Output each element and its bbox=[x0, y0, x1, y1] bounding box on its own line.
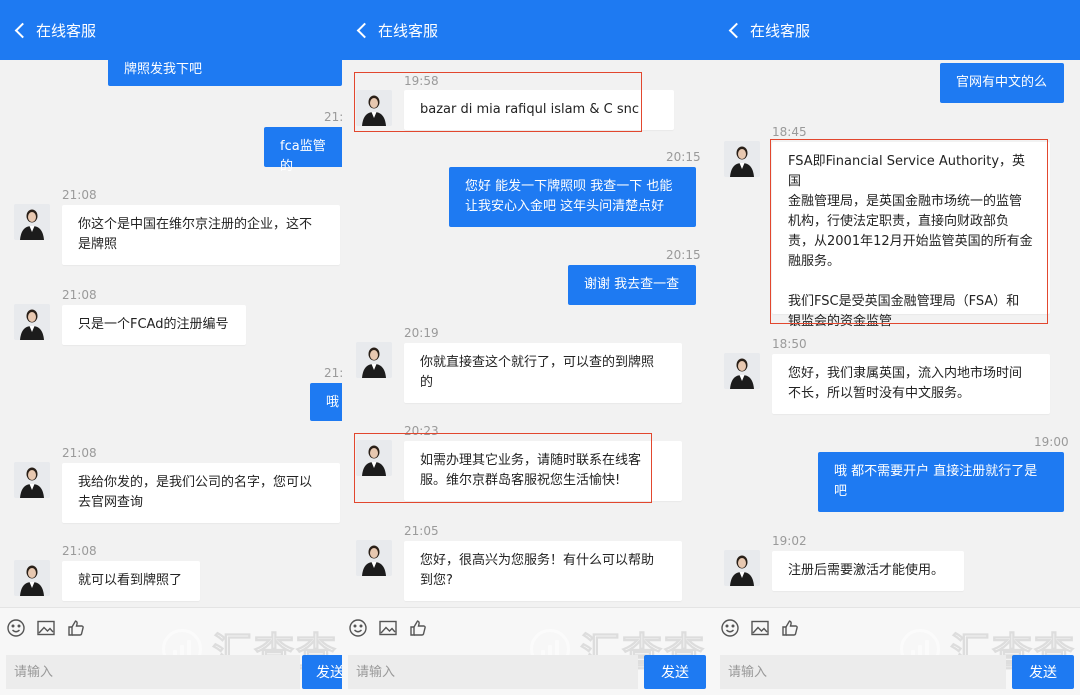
message-bubble-incoming: 你就直接查这个就行了，可以查的到牌照 的 bbox=[404, 343, 682, 403]
input-row: 发送 bbox=[0, 655, 342, 689]
chat-panel-3: 在线客服 官网有中文的么 18:45 FSA即Financial Service… bbox=[714, 0, 1080, 695]
message-bubble-incoming: FSA即Financial Service Authority，英国 金融管理局… bbox=[772, 142, 1050, 329]
message-input[interactable] bbox=[720, 655, 1006, 689]
emoji-icon bbox=[7, 619, 25, 637]
input-row: 发送 bbox=[342, 655, 714, 689]
message-bubble-incoming: 注册后需要激活才能使用。 bbox=[772, 551, 964, 591]
like-button[interactable] bbox=[780, 618, 800, 638]
chat-footer: 汇查查 发送 bbox=[342, 607, 714, 695]
emoji-icon bbox=[721, 619, 739, 637]
message-bubble-outgoing: 您好 能发一下牌照呗 我查一下 也能 让我安心入金吧 这年头问清楚点好 bbox=[449, 167, 696, 227]
agent-avatar-icon bbox=[356, 440, 392, 476]
emoji-button[interactable] bbox=[348, 618, 368, 638]
emoji-button[interactable] bbox=[6, 618, 26, 638]
message-bubble-outgoing: 哦 都不需要开户 直接注册就行了是 吧 bbox=[818, 452, 1064, 512]
message-list: 19:58 bazar di mia rafiqul islam & C snc… bbox=[342, 60, 714, 607]
image-button[interactable] bbox=[36, 618, 56, 638]
chat-footer: 汇查查 发送 bbox=[0, 607, 342, 695]
thumbs-up-icon bbox=[782, 620, 798, 636]
image-icon bbox=[379, 620, 397, 636]
like-button[interactable] bbox=[66, 618, 86, 638]
message-bubble-incoming: 您好，很高兴为您服务！有什么可以帮助 到您? bbox=[404, 541, 682, 601]
send-button[interactable]: 发送 bbox=[644, 655, 706, 689]
header-title: 在线客服 bbox=[378, 21, 439, 40]
chevron-left-icon bbox=[356, 22, 372, 38]
message-bubble-incoming: 您好，我们隶属英国，流入内地市场时间 不长，所以暂时没有中文服务。 bbox=[772, 354, 1050, 414]
agent-avatar-icon bbox=[356, 90, 392, 126]
message-list: 官网有中文的么 18:45 FSA即Financial Service Auth… bbox=[714, 60, 1080, 607]
message-bubble-incoming: 你这个是中国在维尔京注册的企业，这不 是牌照 bbox=[62, 205, 340, 265]
message-bubble-incoming: 就可以看到牌照了 bbox=[62, 561, 200, 601]
message-time: 20:19 bbox=[404, 326, 439, 340]
message-bubble-outgoing: fca监管的 bbox=[264, 127, 342, 174]
chat-panel-1: 在线客服 牌照发我下吧 21: fca监管的 21:08 你这个是中国在维尔京注… bbox=[0, 0, 342, 695]
agent-avatar-icon bbox=[14, 204, 50, 240]
header-title: 在线客服 bbox=[750, 21, 811, 40]
image-button[interactable] bbox=[750, 618, 770, 638]
chat-footer: 汇查查 发送 bbox=[714, 607, 1080, 695]
agent-avatar-icon bbox=[724, 550, 760, 586]
header-title: 在线客服 bbox=[36, 21, 97, 40]
message-time: 20:15 bbox=[666, 248, 701, 262]
chat-header: 在线客服 bbox=[342, 0, 714, 60]
chevron-left-icon bbox=[728, 22, 744, 38]
message-input[interactable] bbox=[6, 655, 300, 689]
message-time: 21:05 bbox=[404, 524, 439, 538]
message-bubble-incoming: 只是一个FCAd的注册编号 bbox=[62, 305, 246, 345]
message-bubble-incoming: 如需办理其它业务，请随时联系在线客 服。维尔京群岛客服祝您生活愉快! bbox=[404, 441, 682, 501]
image-icon bbox=[751, 620, 769, 636]
thumbs-up-icon bbox=[68, 620, 84, 636]
back-button[interactable] bbox=[0, 10, 36, 50]
chat-header: 在线客服 bbox=[714, 0, 1080, 60]
message-list: 牌照发我下吧 21: fca监管的 21:08 你这个是中国在维尔京注册的企业，… bbox=[0, 60, 342, 607]
emoji-icon bbox=[349, 619, 367, 637]
emoji-button[interactable] bbox=[720, 618, 740, 638]
chat-panel-2: 在线客服 19:58 bazar di mia rafiqul islam & … bbox=[342, 0, 714, 695]
send-button[interactable]: 发送 bbox=[1012, 655, 1074, 689]
message-bubble-outgoing: 牌照发我下吧 bbox=[108, 60, 342, 86]
message-bubble-incoming: bazar di mia rafiqul islam & C snc bbox=[404, 90, 674, 130]
like-button[interactable] bbox=[408, 618, 428, 638]
message-time: 20:23 bbox=[404, 424, 439, 438]
back-button[interactable] bbox=[342, 10, 378, 50]
message-time: 21:08 bbox=[62, 288, 97, 302]
agent-avatar-icon bbox=[356, 540, 392, 576]
message-bubble-incoming: 我给你发的，是我们公司的名字，您可以 去官网查询 bbox=[62, 463, 340, 523]
input-row: 发送 bbox=[714, 655, 1080, 689]
agent-avatar-icon bbox=[14, 560, 50, 596]
message-time: 18:45 bbox=[772, 125, 807, 139]
agent-avatar-icon bbox=[724, 141, 760, 177]
input-toolbar bbox=[348, 618, 428, 638]
message-time: 21: bbox=[324, 110, 342, 124]
screenshot-collage: 在线客服 牌照发我下吧 21: fca监管的 21:08 你这个是中国在维尔京注… bbox=[0, 0, 1080, 695]
message-bubble-outgoing: 谢谢 我去查一查 bbox=[568, 265, 696, 305]
message-time: 21:08 bbox=[62, 188, 97, 202]
message-input[interactable] bbox=[348, 655, 638, 689]
agent-avatar-icon bbox=[724, 353, 760, 389]
message-time: 20:15 bbox=[666, 150, 701, 164]
message-time: 21:08 bbox=[62, 446, 97, 460]
message-time: 19:00 bbox=[1034, 435, 1069, 449]
message-time: 19:58 bbox=[404, 74, 439, 88]
message-bubble-outgoing: 官网有中文的么 bbox=[940, 63, 1064, 103]
send-button[interactable]: 发送 bbox=[302, 655, 342, 689]
message-time: 21:08 bbox=[62, 544, 97, 558]
agent-avatar-icon bbox=[14, 462, 50, 498]
agent-avatar-icon bbox=[356, 342, 392, 378]
back-button[interactable] bbox=[714, 10, 750, 50]
image-button[interactable] bbox=[378, 618, 398, 638]
thumbs-up-icon bbox=[410, 620, 426, 636]
input-toolbar bbox=[6, 618, 86, 638]
message-time: 21: bbox=[324, 366, 342, 380]
message-time: 18:50 bbox=[772, 337, 807, 351]
message-time: 19:02 bbox=[772, 534, 807, 548]
message-bubble-outgoing: 哦 bbox=[310, 383, 342, 421]
chat-header: 在线客服 bbox=[0, 0, 342, 60]
chevron-left-icon bbox=[14, 22, 30, 38]
image-icon bbox=[37, 620, 55, 636]
agent-avatar-icon bbox=[14, 304, 50, 340]
input-toolbar bbox=[720, 618, 800, 638]
